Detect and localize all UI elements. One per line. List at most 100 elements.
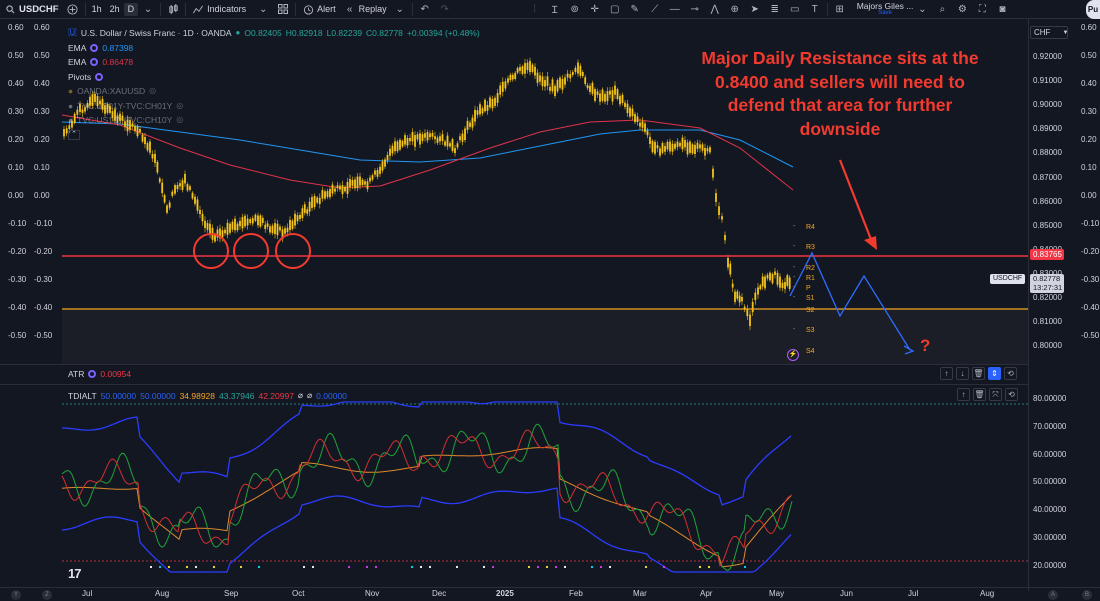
- annotation-circle-1[interactable]: [193, 233, 229, 269]
- right-scale-label: 0.85000: [1033, 220, 1062, 230]
- pivot-tick: -: [793, 243, 796, 250]
- candle-body: [661, 143, 664, 153]
- left-scale-label: -0.40: [8, 303, 27, 312]
- zoom-icon[interactable]: Z: [42, 590, 52, 600]
- legend-collapse[interactable]: ⌃: [68, 128, 480, 143]
- tdi-base-line: [61, 447, 792, 568]
- gold-icon: ●: [68, 86, 74, 96]
- auto-scale-icon[interactable]: A: [1048, 590, 1058, 600]
- candle-body: [684, 140, 686, 148]
- time-axis-label: Apr: [700, 589, 713, 598]
- candle-body: [536, 72, 539, 83]
- legend-ema1[interactable]: EMA 0.87398: [68, 41, 480, 56]
- more-button[interactable]: ⟲: [1004, 367, 1017, 380]
- candle-body: [184, 173, 186, 184]
- delete-pane-button[interactable]: 🗑: [973, 388, 986, 401]
- tdi-rsi-line: [61, 423, 793, 571]
- candle-body: [776, 272, 779, 285]
- eye-off-icon[interactable]: ◎: [149, 84, 156, 99]
- candle-body: [564, 77, 566, 85]
- candle-body: [454, 148, 456, 154]
- candle-body: [301, 208, 304, 218]
- candle-body: [738, 295, 741, 303]
- time-axis-label: Nov: [365, 589, 380, 598]
- left-scale-label: 0.60: [8, 23, 24, 32]
- lightning-icon[interactable]: ⚡: [787, 349, 799, 361]
- tdi-v4: 43.37946: [219, 390, 255, 401]
- settings-icon[interactable]: [90, 58, 99, 67]
- legend-overlay2[interactable]: ● TVC:US01Y-TVC:CH01Y ◎: [68, 99, 480, 114]
- candle-body: [391, 145, 394, 154]
- annotation-circle-2[interactable]: [233, 233, 269, 269]
- candle-body: [591, 82, 594, 94]
- settings-icon[interactable]: [90, 43, 99, 52]
- left-price-scale[interactable]: 0.60 0.50 0.40 0.30 0.20 0.10 0.00 -0.10 -0.20 -0…: [0, 19, 28, 364]
- legend-overlay1[interactable]: ● OANDA:XAUUSD ◎: [68, 84, 480, 99]
- y-axis-icon[interactable]: Y: [11, 590, 21, 600]
- candle-body: [189, 186, 191, 190]
- chevron-up-icon[interactable]: ⌃: [68, 129, 80, 140]
- candle-body: [316, 197, 319, 203]
- eye-off-icon[interactable]: ◎: [176, 113, 183, 128]
- tdi-signal-dot: [662, 565, 666, 569]
- collapse-pane-button[interactable]: ⤧: [989, 388, 1002, 401]
- chevron-down-icon: ▼: [1062, 29, 1069, 36]
- legend-overlay3[interactable]: ● TVC:US10Y-TVC:CH10Y ◎: [68, 113, 480, 128]
- atr-value: 0.00954: [100, 369, 132, 379]
- settings-icon[interactable]: [95, 72, 104, 81]
- tdi-legend[interactable]: TDIALT 50.00000 50.00000 34.98928 43.379…: [68, 390, 347, 401]
- time-axis[interactable]: Jul Aug Sep Oct Nov Dec 2025 Feb Mar Apr May Jun Jul…: [0, 588, 1100, 601]
- question-mark[interactable]: ?: [920, 336, 930, 356]
- annotation-arrow[interactable]: [838, 159, 874, 243]
- candle-body: [344, 186, 346, 192]
- move-up-button[interactable]: ↑: [957, 388, 970, 401]
- more-button[interactable]: ⟲: [1005, 388, 1018, 401]
- na-icon: ⌀: [307, 390, 313, 400]
- tdi-signal-dot: [554, 565, 558, 569]
- legend-pivots[interactable]: Pivots: [68, 70, 480, 85]
- candle-body: [721, 216, 723, 220]
- collapse-pane-button[interactable]: ⇕: [988, 367, 1001, 380]
- candle-body: [694, 144, 696, 154]
- eye-off-icon[interactable]: ◎: [176, 99, 183, 114]
- legend-low: L0.82239: [326, 28, 363, 38]
- candle-body: [701, 144, 704, 151]
- candle-body: [626, 103, 629, 114]
- candle-body: [651, 140, 654, 153]
- move-down-button[interactable]: ↓: [956, 367, 969, 380]
- tdi-signal-dot: [482, 565, 486, 569]
- tdi-signal-dot: [455, 565, 459, 569]
- chart-legend: 🇺 U.S. Dollar / Swiss Franc · 1D · OANDA…: [68, 26, 480, 142]
- annotation-circle-3[interactable]: [275, 233, 311, 269]
- atr-legend[interactable]: ATR 0.00954: [68, 369, 131, 379]
- delete-pane-button[interactable]: 🗑: [972, 367, 985, 380]
- right-price-scale[interactable]: 0.92000 0.91000 0.90000 0.89000 0.88000 0.870…: [1028, 19, 1100, 591]
- legend-ema2[interactable]: EMA 0.86478: [68, 55, 480, 70]
- left-scale-label: 0.50: [8, 51, 24, 60]
- candle-body: [541, 76, 544, 87]
- time-axis-label: Jul: [82, 589, 93, 598]
- na-icon: ⌀: [297, 390, 304, 400]
- support-zone: [62, 309, 1028, 364]
- tdi-v3: 34.98928: [179, 390, 216, 401]
- legend-main-row[interactable]: 🇺 U.S. Dollar / Swiss Franc · 1D · OANDA…: [68, 26, 480, 41]
- candle-body: [186, 184, 189, 191]
- candle-body: [569, 74, 572, 79]
- candle-body: [306, 209, 309, 214]
- currency-dropdown[interactable]: CHF ▼: [1030, 26, 1068, 39]
- tradingview-logo[interactable]: 17: [68, 566, 82, 581]
- candle-body: [456, 143, 459, 148]
- tdi-signal-dot: [311, 565, 315, 569]
- annotation-text[interactable]: Major Daily Resistance sits at the 0.840…: [690, 47, 990, 141]
- candle-body: [254, 214, 257, 221]
- candle-body: [359, 176, 361, 186]
- candle-body: [749, 314, 751, 326]
- settings-icon[interactable]: B: [1082, 590, 1092, 600]
- candle-body: [566, 73, 569, 78]
- tdi-signal-dot: [428, 565, 432, 569]
- move-up-button[interactable]: ↑: [940, 367, 953, 380]
- candle-body: [329, 189, 331, 198]
- overlay2-label: TVC:US01Y-TVC:CH01Y: [77, 100, 173, 111]
- settings-icon[interactable]: [88, 370, 97, 378]
- left-scale-label: -0.50: [8, 331, 27, 340]
